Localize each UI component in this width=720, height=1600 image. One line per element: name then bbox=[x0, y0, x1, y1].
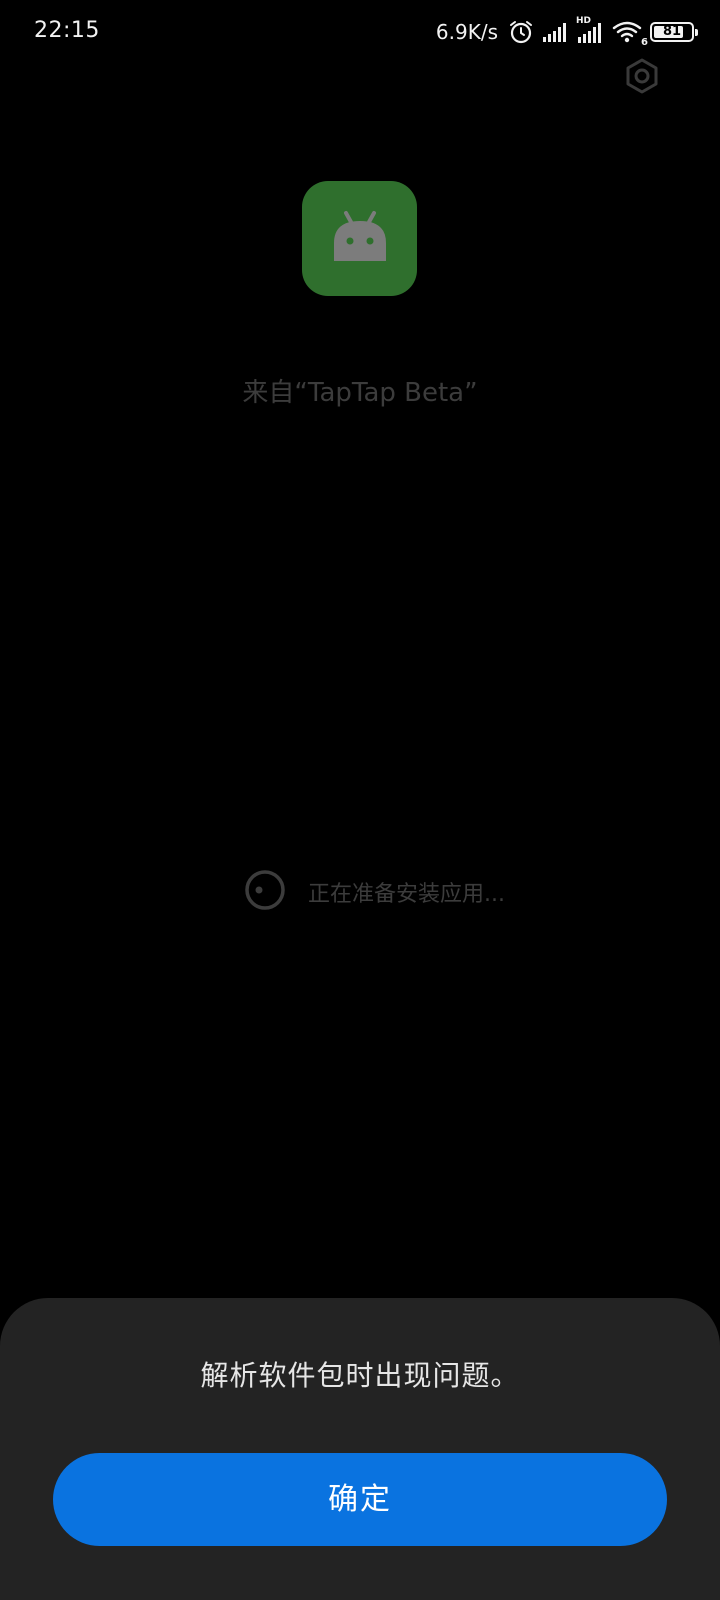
install-progress: 正在准备安装应用... bbox=[244, 870, 505, 914]
status-icons: 6.9K/s HD 6 81 bbox=[435, 16, 698, 48]
settings-icon bbox=[624, 58, 660, 98]
battery-icon: 81 bbox=[650, 22, 698, 42]
source-label: 来自“TapTap Beta” bbox=[242, 378, 478, 408]
battery-level: 81 bbox=[662, 24, 682, 39]
status-time: 22:15 bbox=[34, 18, 100, 43]
app-icon bbox=[302, 181, 417, 296]
wifi-generation-label: 6 bbox=[641, 37, 648, 48]
alarm-icon bbox=[508, 19, 534, 45]
confirm-button[interactable]: 确定 bbox=[53, 1453, 667, 1546]
loading-spinner-icon bbox=[244, 869, 286, 915]
network-type-label: HD bbox=[576, 16, 592, 26]
dialog-message: 解析软件包时出现问题。 bbox=[200, 1359, 520, 1392]
signal-hd-icon: HD bbox=[576, 16, 604, 44]
wifi-icon: 6 bbox=[612, 20, 648, 48]
progress-text: 正在准备安装应用... bbox=[308, 882, 505, 907]
error-dialog: 解析软件包时出现问题。 确定 bbox=[0, 1298, 720, 1600]
status-bar: 22:15 6.9K/s HD 6 81 bbox=[0, 0, 720, 64]
signal-icon bbox=[542, 21, 568, 43]
android-icon bbox=[328, 209, 392, 269]
network-speed: 6.9K/s bbox=[435, 20, 498, 44]
settings-button[interactable] bbox=[622, 58, 662, 98]
